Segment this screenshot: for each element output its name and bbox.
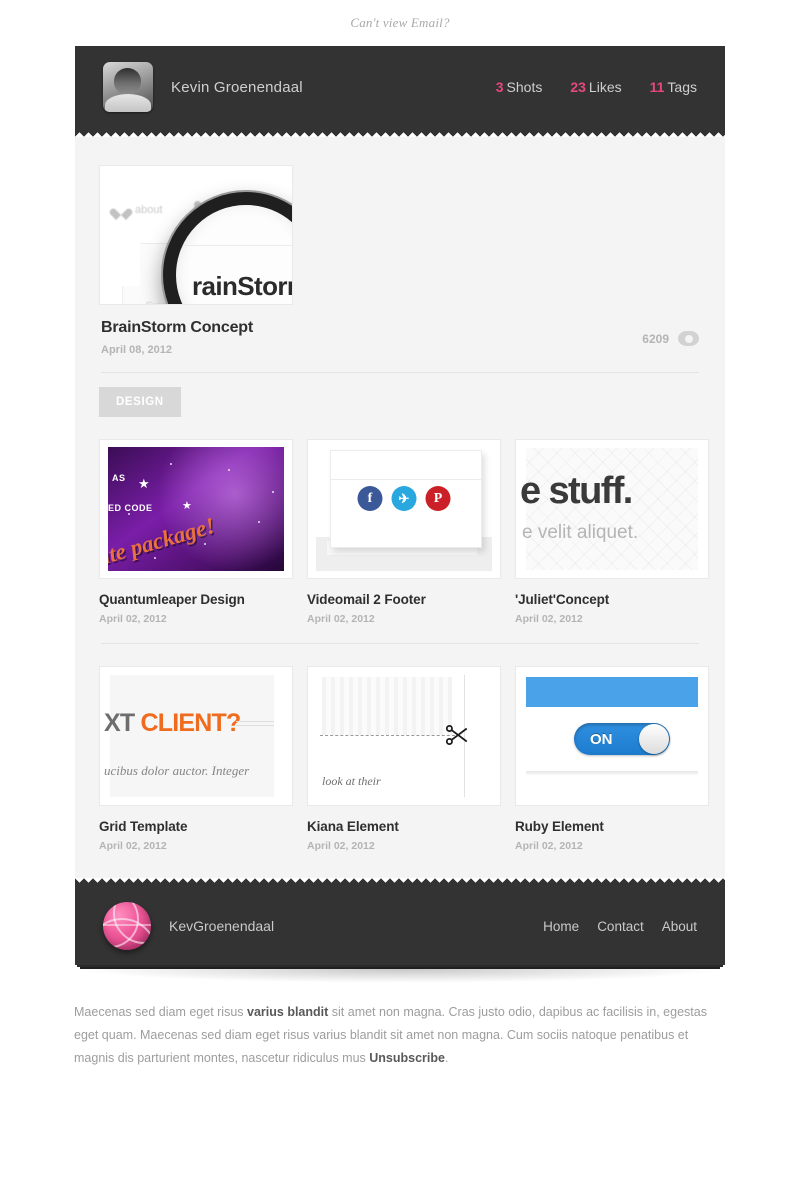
stat-tags[interactable]: 11 Tags [650, 79, 697, 95]
preview-nav-about: about [114, 204, 163, 216]
preheader: Can't view Email? [0, 0, 800, 46]
grid-item-date: April 02, 2012 [99, 613, 167, 625]
thumbnail-grid-template[interactable]: XT CLIENT? ucibus dolor auctor. Integer [99, 666, 293, 806]
view-in-browser-link[interactable]: Can't view Email? [350, 15, 449, 31]
header-sawtooth-edge [75, 128, 725, 137]
grid-item-title[interactable]: Videomail 2 Footer [307, 592, 501, 607]
thumb-text-line2: ED CODE [108, 503, 153, 513]
grid-item-date: April 02, 2012 [515, 840, 583, 852]
thumb-client-headline: XT CLIENT? [104, 709, 242, 738]
featured-item: users about contact [99, 165, 701, 417]
thumbnail-kiana[interactable]: look at their [307, 666, 501, 806]
views-count: 6209 [642, 331, 669, 346]
thumb-subtext: e velit aliquet. [522, 522, 639, 543]
grid-item: e stuff. e velit aliquet. 'Juliet'Concep… [515, 439, 709, 625]
featured-views: 6209 [642, 319, 699, 346]
unsubscribe-link[interactable]: Unsubscribe [369, 1051, 445, 1065]
legal-bold: varius blandit [247, 1005, 329, 1019]
thumb-caption: look at their [322, 774, 381, 788]
thumb-headline: e stuff. [520, 470, 633, 512]
grid-item-date: April 02, 2012 [515, 613, 583, 625]
footer-nav: Home Contact About [543, 919, 697, 934]
stat-shots-label: Shots [506, 79, 543, 95]
footer-link-contact[interactable]: Contact [597, 919, 644, 934]
footer-link-about[interactable]: About [662, 919, 697, 934]
footer-sawtooth-edge [75, 878, 725, 887]
pinterest-icon[interactable]: P [425, 486, 451, 511]
header-stats: 3 Shots 23 Likes 11 Tags [496, 79, 697, 95]
featured-tag[interactable]: DESIGN [99, 387, 181, 417]
legal-part3: . [444, 1051, 449, 1066]
dribbble-ball-icon[interactable] [103, 902, 151, 950]
grid-row-divider [101, 643, 699, 644]
loupe-title-text: rainStorm [192, 271, 292, 301]
featured-divider [101, 372, 699, 373]
grid-item: ★ ★ AS ED CODE ate package! Quantumleape… [99, 439, 293, 625]
facebook-icon[interactable]: f [357, 486, 383, 511]
grid-row-2: XT CLIENT? ucibus dolor auctor. Integer … [99, 666, 709, 852]
grid-item-title[interactable]: Ruby Element [515, 819, 709, 834]
featured-thumbnail[interactable]: users about contact [99, 165, 293, 305]
thumbnail-videomail[interactable]: f ✈ P [307, 439, 501, 579]
grid-item-title[interactable]: 'Juliet'Concept [515, 592, 709, 607]
thumb-client-gray: XT [104, 709, 135, 737]
thumbnail-juliet[interactable]: e stuff. e velit aliquet. [515, 439, 709, 579]
email-page: Can't view Email? Kevin Groenendaal 3 Sho… [0, 0, 800, 1193]
stat-tags-count: 11 [649, 79, 665, 95]
eye-icon [678, 331, 699, 346]
toggle-switch[interactable]: ON [574, 723, 670, 755]
heart-icon [114, 204, 128, 216]
grid-row-1: ★ ★ AS ED CODE ate package! Quantumleape… [99, 439, 709, 625]
thumb-text-script: ate package! [108, 512, 218, 571]
grid-item-title[interactable]: Kiana Element [307, 819, 501, 834]
email-container: Kevin Groenendaal 3 Shots 23 Likes 11 Tags [75, 46, 725, 965]
stat-likes-count: 23 [570, 79, 586, 95]
grid-item: f ✈ P Videomail 2 Footer April 02, 2012 [307, 439, 501, 625]
stat-likes-label: Likes [588, 79, 622, 95]
stat-likes[interactable]: 23 Likes [570, 79, 621, 95]
grid-item-date: April 02, 2012 [307, 613, 375, 625]
preview-nav-about-label: about [135, 204, 163, 216]
stat-tags-label: Tags [667, 79, 697, 95]
grid-item: ON Ruby Element April 02, 2012 [515, 666, 709, 852]
thumbnail-ruby[interactable]: ON [515, 666, 709, 806]
email-drop-shadow [75, 969, 725, 983]
footer-link-home[interactable]: Home [543, 919, 579, 934]
avatar [103, 62, 153, 112]
featured-meta: BrainStorm Concept April 08, 2012 6209 [99, 305, 701, 356]
twitter-icon[interactable]: ✈ [391, 486, 417, 511]
toggle-knob[interactable] [639, 724, 669, 754]
social-icons: f ✈ P [357, 486, 451, 511]
thumb-serif-text: ucibus dolor auctor. Integer [104, 763, 250, 778]
email-body: users about contact [75, 137, 725, 878]
stat-shots[interactable]: 3 Shots [496, 79, 543, 95]
grid-item-date: April 02, 2012 [307, 840, 375, 852]
grid-item-title[interactable]: Grid Template [99, 819, 293, 834]
legal-text: Maecenas sed diam eget risus varius blan… [74, 1001, 726, 1070]
thumbnail-quantumleaper[interactable]: ★ ★ AS ED CODE ate package! [99, 439, 293, 579]
loupe-title: rainStorm. [192, 271, 292, 302]
thumb-client-orange: CLIENT? [140, 709, 242, 737]
legal-part1: Maecenas sed diam eget risus [74, 1005, 248, 1019]
toggle-label: ON [590, 730, 613, 748]
featured-date: April 08, 2012 [101, 344, 172, 356]
thumb-text-line1: AS [112, 473, 126, 483]
stat-shots-count: 3 [495, 79, 504, 95]
featured-title[interactable]: BrainStorm Concept [101, 319, 253, 337]
email-header: Kevin Groenendaal 3 Shots 23 Likes 11 Tags [75, 46, 725, 128]
loupe-subtitle: Tortor Pharetra [194, 304, 277, 305]
grid-item-date: April 02, 2012 [99, 840, 167, 852]
grid-item-title[interactable]: Quantumleaper Design [99, 592, 293, 607]
grid-item: look at their Kiana Element April 02, 20… [307, 666, 501, 852]
grid-item: XT CLIENT? ucibus dolor auctor. Integer … [99, 666, 293, 852]
footer-brand-name: KevGroenendaal [169, 918, 275, 934]
scissors-icon [445, 725, 468, 745]
email-footer: KevGroenendaal Home Contact About [75, 887, 725, 965]
header-user-name: Kevin Groenendaal [171, 78, 303, 96]
